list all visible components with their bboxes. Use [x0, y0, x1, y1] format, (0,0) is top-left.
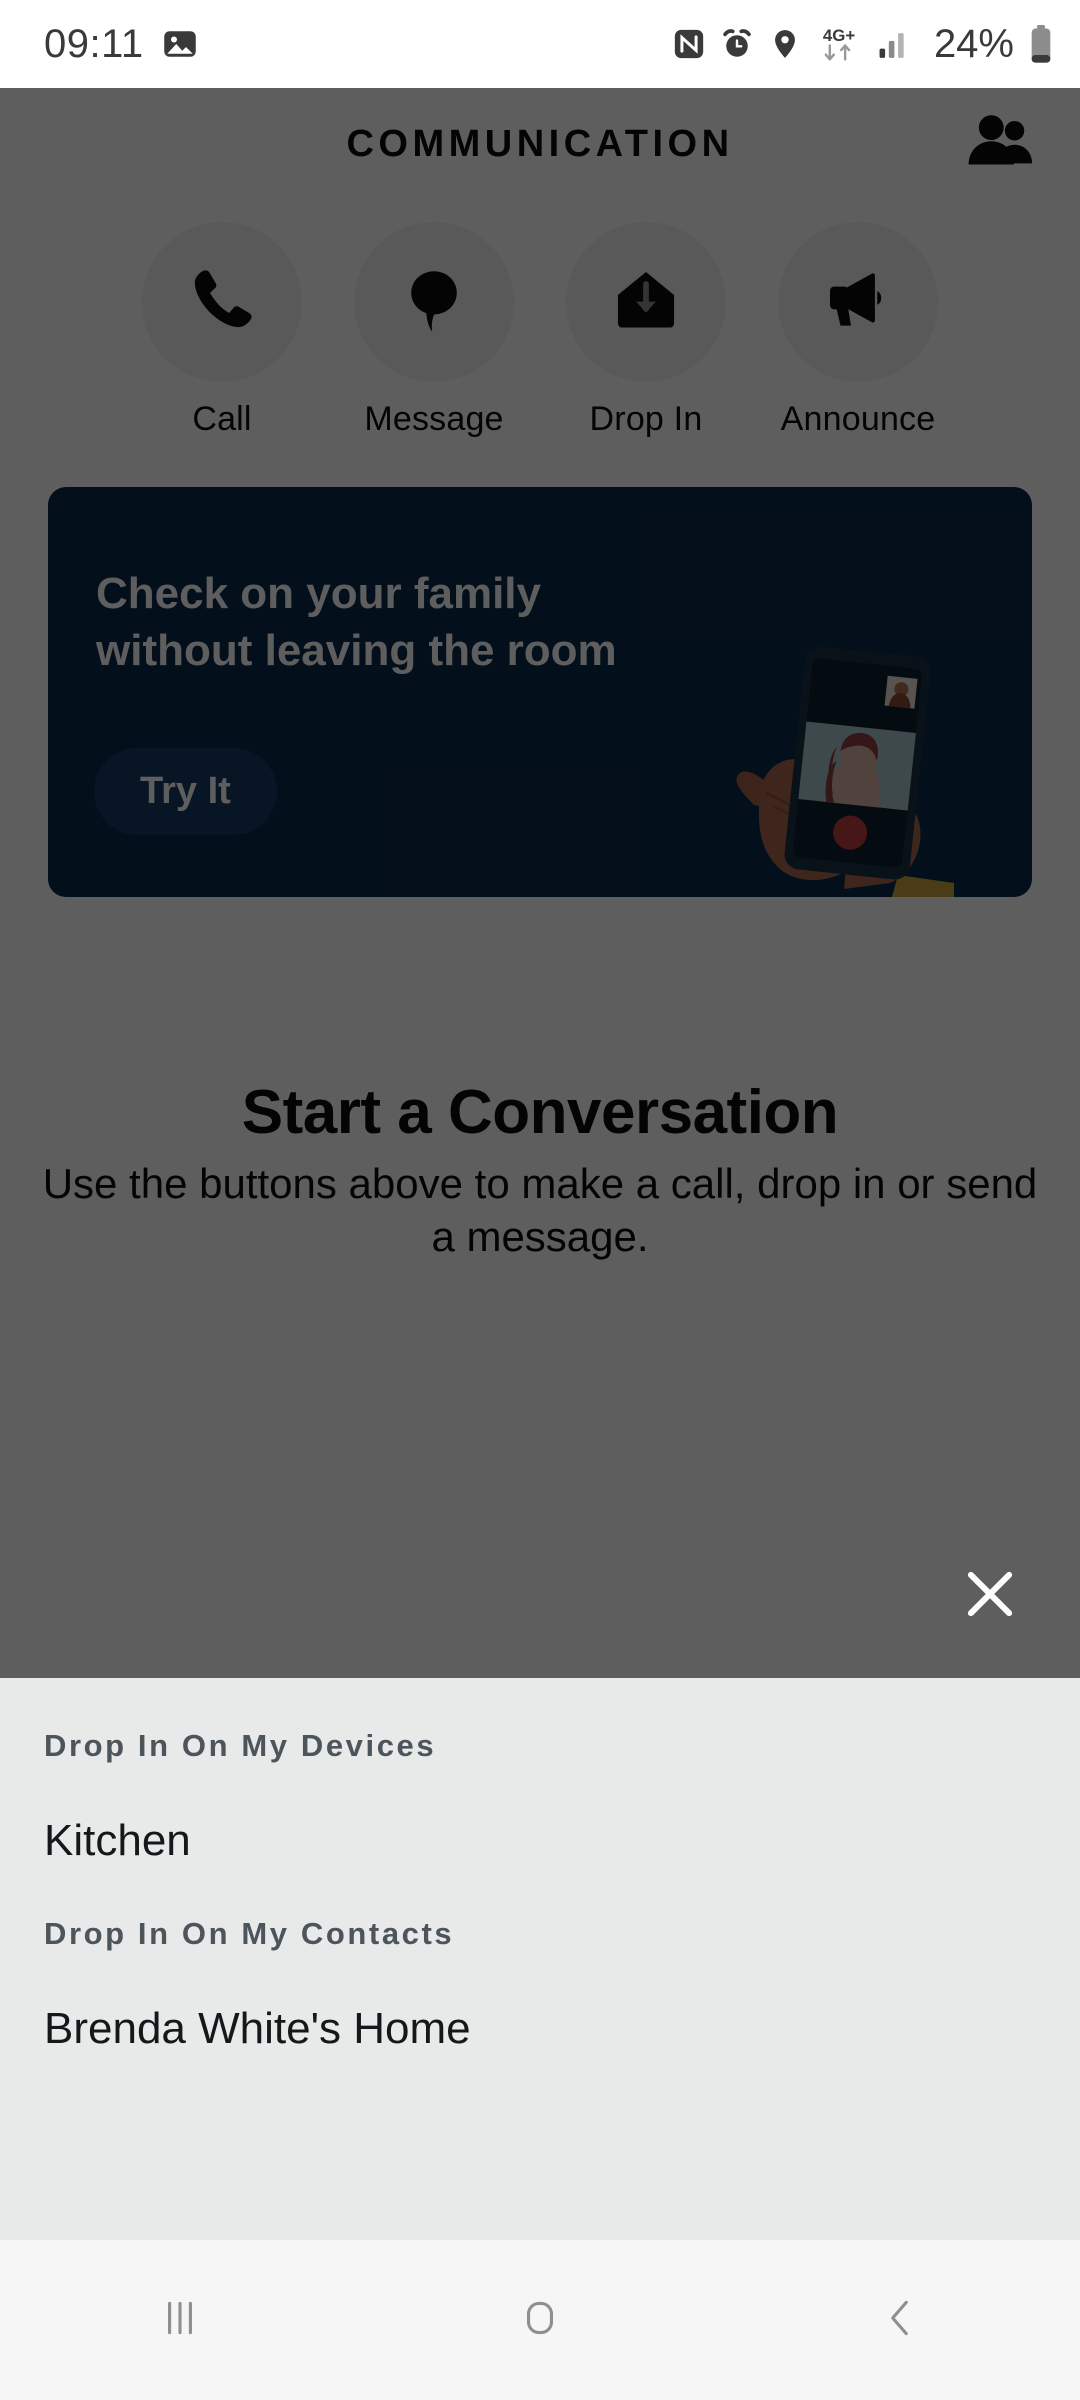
gallery-icon: [162, 26, 198, 62]
list-item-brenda-whites-home[interactable]: Brenda White's Home: [44, 1952, 1036, 2054]
section-title-contacts: Drop In On My Contacts: [44, 1916, 455, 1951]
system-nav-bar: [0, 2240, 1080, 2400]
close-x-icon: [959, 1563, 1021, 1630]
battery-icon: [1028, 24, 1054, 64]
nav-home-button[interactable]: [460, 2240, 620, 2400]
nfc-icon: [672, 27, 706, 61]
section-title-devices: Drop In On My Devices: [44, 1728, 437, 1763]
location-icon: [768, 27, 802, 61]
signal-bars-icon: [876, 27, 914, 61]
status-bar-right: 4G+ 24%: [672, 22, 1054, 67]
status-bar-left: 09:11: [44, 22, 198, 67]
recents-lines-icon: [155, 2293, 205, 2348]
dim-overlay[interactable]: [0, 88, 1080, 1678]
home-square-icon: [515, 2293, 565, 2348]
nav-back-button[interactable]: [820, 2240, 980, 2400]
back-chevron-icon: [875, 2293, 925, 2348]
close-button[interactable]: [942, 1548, 1038, 1644]
svg-text:4G+: 4G+: [823, 26, 855, 45]
status-bar: 09:11 4G+ 24%: [0, 0, 1080, 88]
nav-recents-button[interactable]: [100, 2240, 260, 2400]
alarm-icon: [720, 27, 754, 61]
battery-percentage-label: 24%: [933, 21, 1014, 66]
network-4g-plus-icon: 4G+: [816, 24, 862, 64]
drop-in-bottom-sheet: Drop In On My Devices Kitchen Drop In On…: [0, 1678, 1080, 2240]
status-bar-clock: 09:11: [44, 21, 144, 66]
list-item-kitchen[interactable]: Kitchen: [44, 1764, 1036, 1866]
